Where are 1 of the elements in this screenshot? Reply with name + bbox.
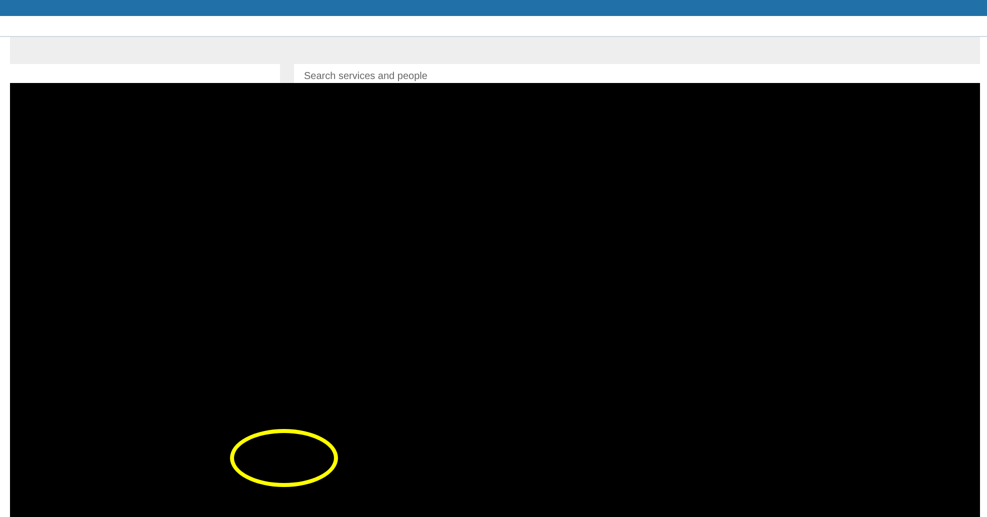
search-field[interactable]: Search services and people [304, 69, 534, 83]
